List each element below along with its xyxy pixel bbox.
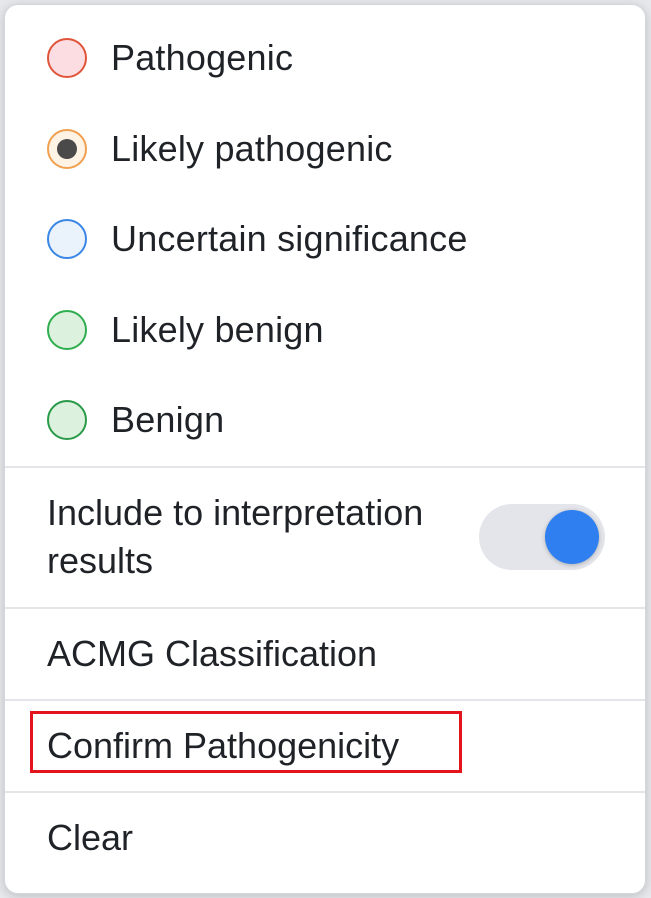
include-results-toggle-row: Include to interpretation results xyxy=(5,468,645,607)
radio-option-pathogenic[interactable]: Pathogenic xyxy=(5,13,645,104)
radio-button-likely-benign[interactable] xyxy=(47,309,87,350)
radio-button-pathogenic[interactable] xyxy=(47,38,87,79)
toggle-knob xyxy=(545,510,599,564)
confirm-pathogenicity-item[interactable]: Confirm Pathogenicity xyxy=(5,701,645,791)
radio-button-likely-pathogenic[interactable] xyxy=(47,128,87,169)
radio-label-likely-benign: Likely benign xyxy=(111,308,324,350)
classification-radio-group: Pathogenic Likely pathogenic Uncertain s… xyxy=(5,5,645,466)
radio-label-uncertain-significance: Uncertain significance xyxy=(111,218,468,260)
radio-option-benign[interactable]: Benign xyxy=(5,375,645,466)
classification-context-menu: Pathogenic Likely pathogenic Uncertain s… xyxy=(4,4,646,894)
include-results-label: Include to interpretation results xyxy=(47,492,424,581)
radio-option-likely-benign[interactable]: Likely benign xyxy=(5,285,645,376)
radio-selected-dot-icon xyxy=(57,138,77,159)
radio-label-benign: Benign xyxy=(111,399,225,441)
include-results-toggle[interactable] xyxy=(479,504,605,570)
acmg-classification-item[interactable]: ACMG Classification xyxy=(5,609,645,699)
radio-label-likely-pathogenic: Likely pathogenic xyxy=(111,127,393,169)
radio-option-likely-pathogenic[interactable]: Likely pathogenic xyxy=(5,104,645,195)
radio-button-uncertain-significance[interactable] xyxy=(47,219,87,260)
radio-option-uncertain-significance[interactable]: Uncertain significance xyxy=(5,194,645,285)
clear-item[interactable]: Clear xyxy=(5,793,645,883)
radio-label-pathogenic: Pathogenic xyxy=(111,37,294,79)
radio-button-benign[interactable] xyxy=(47,400,87,441)
